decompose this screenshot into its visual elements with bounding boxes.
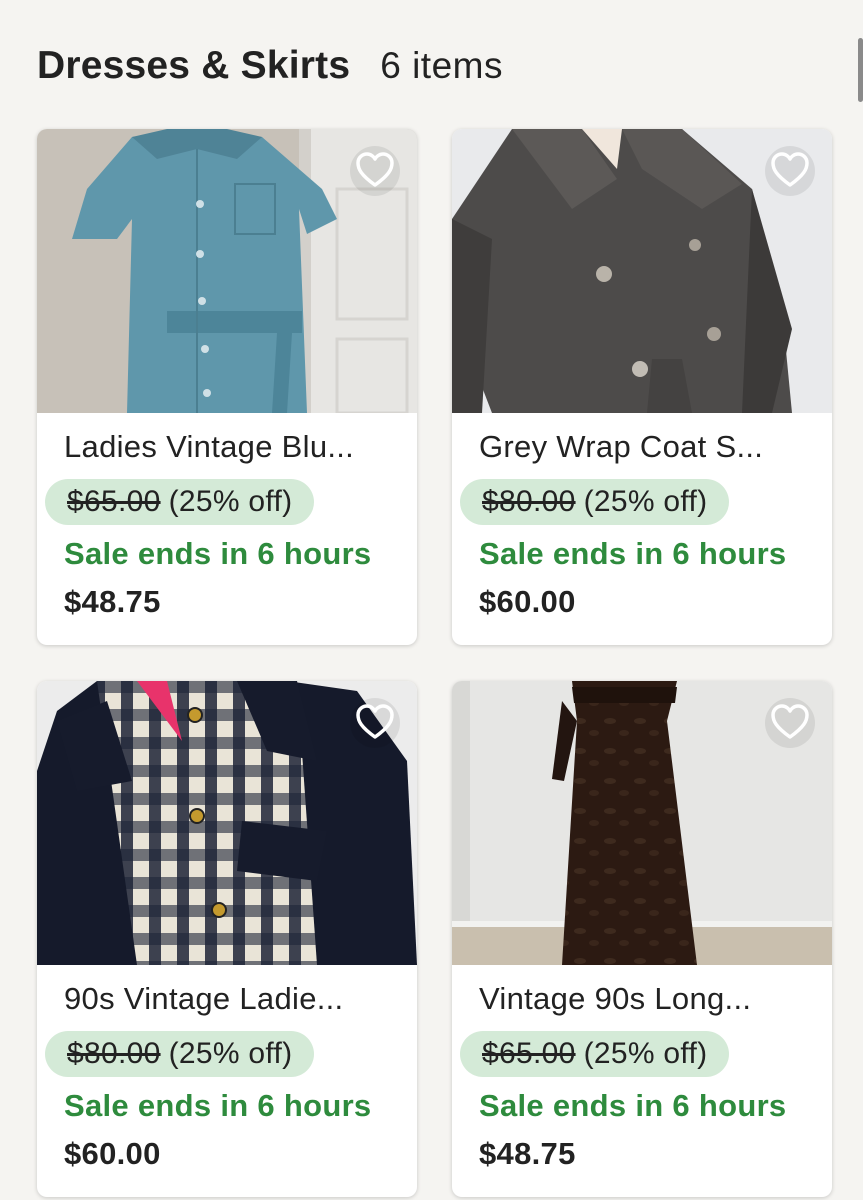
sale-ends-text: Sale ends in 6 hours [479,1088,787,1123]
heart-outline-icon [765,698,815,748]
original-price: $65.00 [482,1037,576,1070]
discount-badge: $80.00 (25% off) [460,479,730,525]
sale-price: $60.00 [479,584,576,619]
listing-title[interactable]: 90s Vintage Ladie... [64,981,404,1017]
sale-price: $48.75 [479,1136,576,1171]
listing-title[interactable]: Grey Wrap Coat S... [479,429,819,465]
sale-price: $60.00 [64,1136,161,1171]
discount-badge: $65.00 (25% off) [45,479,315,525]
listing-card[interactable]: Vintage 90s Long... $65.00 (25% off) Sal… [452,681,832,1197]
discount-percent: (25% off) [583,1037,708,1070]
discount-percent: (25% off) [583,485,708,518]
discount-badge: $80.00 (25% off) [45,1031,315,1077]
favorite-button[interactable] [349,697,401,749]
discount-percent: (25% off) [168,1037,293,1070]
discount-badge: $65.00 (25% off) [460,1031,730,1077]
heart-outline-icon [350,146,400,196]
section-title: Dresses & Skirts [37,44,351,87]
original-price: $80.00 [67,1037,161,1070]
item-count: 6 items [380,45,503,86]
favorite-button[interactable] [349,145,401,197]
favorite-button[interactable] [764,697,816,749]
scrollbar[interactable] [858,38,863,102]
sale-ends-text: Sale ends in 6 hours [479,536,787,571]
listing-card[interactable]: 90s Vintage Ladie... $80.00 (25% off) Sa… [37,681,417,1197]
listing-title[interactable]: Vintage 90s Long... [479,981,819,1017]
discount-percent: (25% off) [168,485,293,518]
favorite-button[interactable] [764,145,816,197]
sale-price: $48.75 [64,584,161,619]
sale-ends-text: Sale ends in 6 hours [64,536,372,571]
listing-card[interactable]: Ladies Vintage Blu... $65.00 (25% off) S… [37,129,417,645]
listing-card[interactable]: Grey Wrap Coat S... $80.00 (25% off) Sal… [452,129,832,645]
original-price: $80.00 [482,485,576,518]
heart-outline-icon [765,146,815,196]
listing-title[interactable]: Ladies Vintage Blu... [64,429,404,465]
section-header: Dresses & Skirts 6 items [37,44,503,88]
sale-ends-text: Sale ends in 6 hours [64,1088,372,1123]
original-price: $65.00 [67,485,161,518]
heart-outline-icon [350,698,400,748]
